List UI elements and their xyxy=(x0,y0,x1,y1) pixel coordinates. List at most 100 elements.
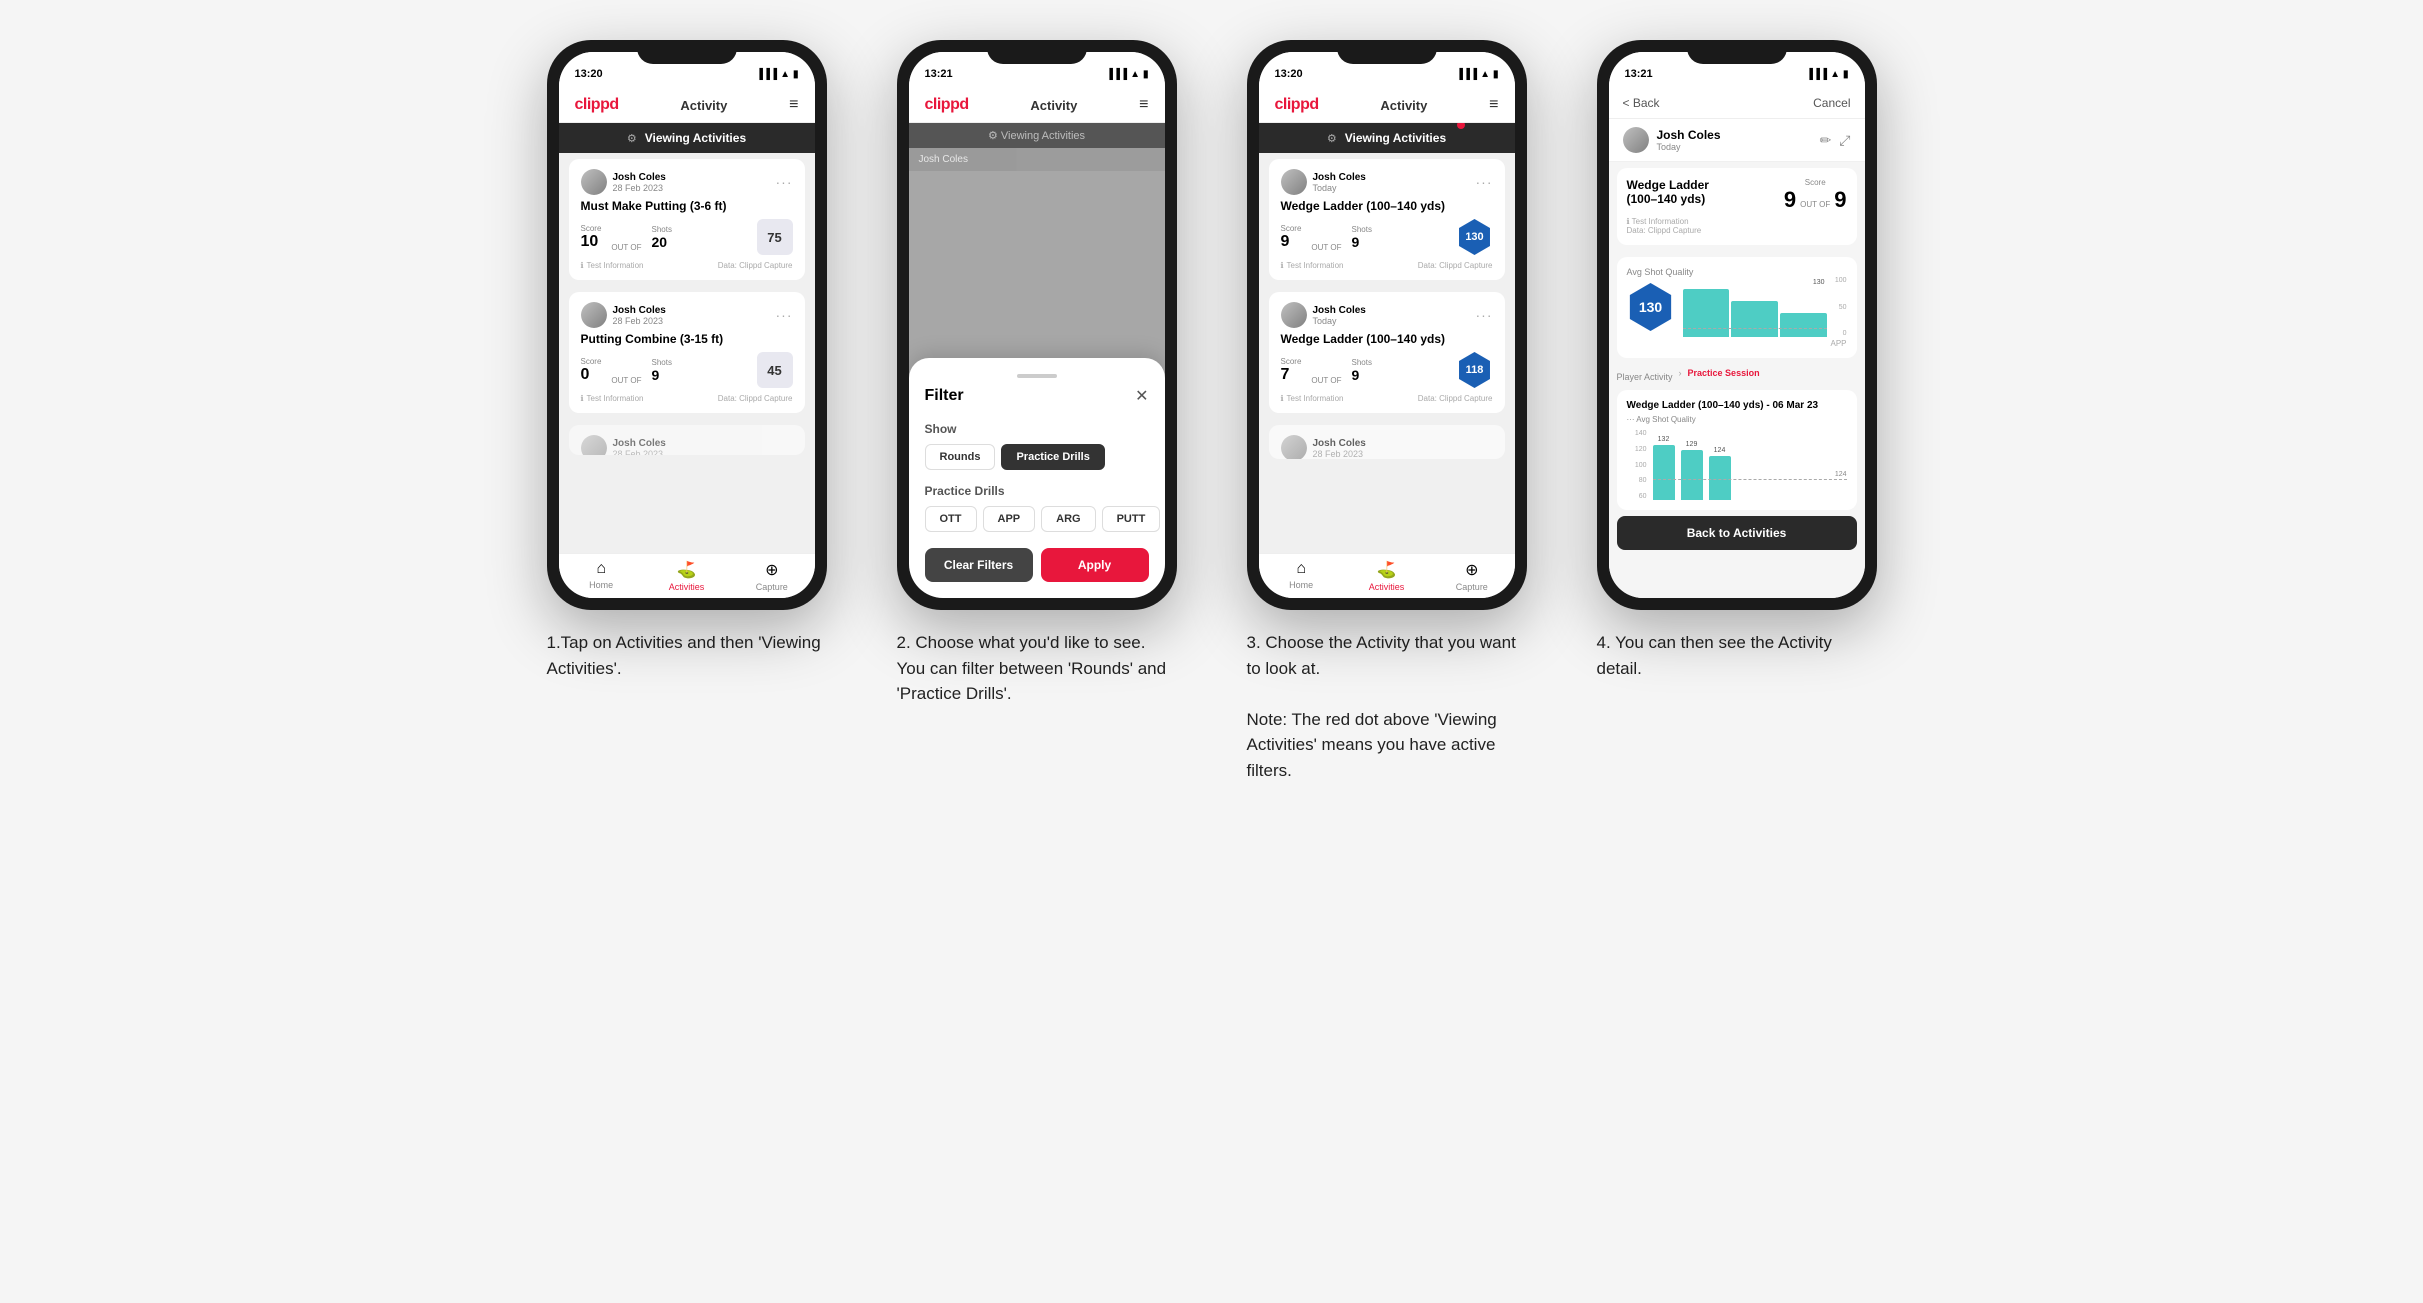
card-dots-3-2[interactable]: ··· xyxy=(1476,307,1493,323)
practice-session-label-4: Practice Session xyxy=(1688,368,1760,386)
dashed-line-4 xyxy=(1683,328,1827,329)
card-stats-3-2: Score 7 OUT OF Shots 9 118 xyxy=(1281,352,1493,388)
back-button-4[interactable]: < Back xyxy=(1623,96,1660,110)
phone-notch-3 xyxy=(1337,40,1437,64)
app-label-4: APP xyxy=(1627,339,1847,348)
chart-bar-4-2 xyxy=(1731,301,1778,337)
card-title-3-2: Wedge Ladder (100–140 yds) xyxy=(1281,332,1493,346)
card-dots-1-1[interactable]: ··· xyxy=(776,174,793,190)
scroll-hint-2 xyxy=(1017,374,1057,378)
viewing-icon-3: ⚙ xyxy=(1327,132,1337,145)
nav-title-3: Activity xyxy=(1380,98,1427,113)
viewing-header-text-1: Viewing Activities xyxy=(645,131,746,145)
nav-activities-3[interactable]: ⛳ Activities xyxy=(1344,560,1429,592)
nav-capture-3[interactable]: ⊕ Capture xyxy=(1429,560,1514,592)
phone-4: 13:21 ▐▐▐ ▲ ▮ < Back Cancel Josh C xyxy=(1597,40,1877,610)
player-activity-row-4: Player Activity › Practice Session xyxy=(1609,364,1865,390)
player-activity-label-4: Player Activity xyxy=(1617,372,1673,382)
step-1-column: 13:20 ▐▐▐ ▲ ▮ clippd Activity ≡ xyxy=(527,40,847,783)
activities-icon-3: ⛳ xyxy=(1377,560,1397,580)
test-info-3-2: ℹ Test Information xyxy=(1281,394,1344,403)
shots-val-4: 9 xyxy=(1834,187,1846,213)
rounds-pill-2[interactable]: Rounds xyxy=(925,444,996,470)
putt-pill-2[interactable]: PUTT xyxy=(1102,506,1161,532)
out-of-4: OUT OF xyxy=(1800,200,1830,209)
battery-icon-4: ▮ xyxy=(1843,69,1849,80)
menu-icon-2[interactable]: ≡ xyxy=(1139,96,1148,114)
user-info-1-2: Josh Coles 28 Feb 2023 xyxy=(613,305,666,326)
bar-val-4-3: 124 xyxy=(1714,447,1726,454)
avatar-1-2 xyxy=(581,302,607,328)
expand-icon-4[interactable]: ⤢ xyxy=(1839,132,1850,149)
detail-score-section-4: Wedge Ladder(100–140 yds) Score 9 OUT OF… xyxy=(1617,168,1857,245)
card-dots-3-1[interactable]: ··· xyxy=(1476,174,1493,190)
status-icons-4: ▐▐▐ ▲ ▮ xyxy=(1806,69,1849,80)
phone-inner-1: 13:20 ▐▐▐ ▲ ▮ clippd Activity ≡ xyxy=(559,52,815,598)
avatar-4 xyxy=(1623,127,1649,153)
avatar-3-3 xyxy=(1281,435,1307,459)
shots-value-3-1: 9 xyxy=(1351,234,1371,250)
app-pill-2[interactable]: APP xyxy=(983,506,1036,532)
card-footer-3-1: ℹ Test Information Data: Clippd Capture xyxy=(1281,261,1493,270)
caption-3: 3. Choose the Activity that you want to … xyxy=(1247,630,1527,783)
status-icons-3: ▐▐▐ ▲ ▮ xyxy=(1456,69,1499,80)
card-header-3-2: Josh Coles Today ··· xyxy=(1281,302,1493,328)
card-header-3-1: Josh Coles Today ··· xyxy=(1281,169,1493,195)
detail-user-name-4: Josh Coles xyxy=(1657,128,1812,142)
ott-pill-2[interactable]: OTT xyxy=(925,506,977,532)
avg-sq-section-4: Avg Shot Quality 130 100 50 0 xyxy=(1617,257,1857,358)
shots-label-3-1: Shots xyxy=(1351,225,1371,234)
nav-home-1[interactable]: ⌂ Home xyxy=(559,560,644,592)
edit-icon-4[interactable]: ✏ xyxy=(1820,132,1832,149)
blurred-viewing-2: ⚙ Viewing Activities xyxy=(919,129,1155,142)
card-stats-1-1: Score 10 OUT OF Shots 20 75 xyxy=(581,219,793,255)
wifi-icon-2: ▲ xyxy=(1130,69,1140,80)
test-info-1-2: ℹ Test Information xyxy=(581,394,644,403)
nav-activities-1[interactable]: ⛳ Activities xyxy=(644,560,729,592)
menu-icon-1[interactable]: ≡ xyxy=(789,96,798,114)
score-val-4: 9 xyxy=(1784,187,1796,213)
shots-label-3-2: Shots xyxy=(1351,358,1371,367)
activity-card-3-1[interactable]: Josh Coles Today ··· Wedge Ladder (100–1… xyxy=(1269,159,1505,280)
cancel-button-4[interactable]: Cancel xyxy=(1813,96,1850,110)
home-icon-3: ⌂ xyxy=(1296,560,1306,578)
sq-badge-1-1: 75 xyxy=(757,219,793,255)
card-dots-1-2[interactable]: ··· xyxy=(776,307,793,323)
nav-home-3[interactable]: ⌂ Home xyxy=(1259,560,1344,592)
apply-button-2[interactable]: Apply xyxy=(1041,548,1149,582)
back-to-activities-button-4[interactable]: Back to Activities xyxy=(1617,516,1857,550)
clear-filters-button-2[interactable]: Clear Filters xyxy=(925,548,1033,582)
practice-drills-pill-2[interactable]: Practice Drills xyxy=(1001,444,1104,470)
arg-pill-2[interactable]: ARG xyxy=(1041,506,1095,532)
logo-1: clippd xyxy=(575,96,619,114)
user-date-1-1: 28 Feb 2023 xyxy=(613,183,666,193)
bar-col-4-2: 129 xyxy=(1681,441,1703,500)
user-info-3-3: Josh Coles 28 Feb 2023 xyxy=(1313,438,1366,459)
activity-card-3-2[interactable]: Josh Coles Today ··· Wedge Ladder (100–1… xyxy=(1269,292,1505,413)
activities-label-1: Activities xyxy=(669,582,705,592)
viewing-header-3[interactable]: ⚙ Viewing Activities xyxy=(1259,123,1515,153)
phone-notch-4 xyxy=(1687,40,1787,64)
activity-card-1-2[interactable]: Josh Coles 28 Feb 2023 ··· Putting Combi… xyxy=(569,292,805,413)
card-header-1-2: Josh Coles 28 Feb 2023 ··· xyxy=(581,302,793,328)
filter-modal-2: Filter ✕ Show Rounds Practice Drills Pra… xyxy=(909,358,1165,598)
activity-card-1-3: Josh Coles 28 Feb 2023 xyxy=(569,425,805,455)
viewing-header-1[interactable]: ⚙ Viewing Activities xyxy=(559,123,815,153)
user-info-1-3: Josh Coles 28 Feb 2023 xyxy=(613,438,666,456)
shots-value-1-2: 9 xyxy=(651,367,671,383)
avatar-1-1 xyxy=(581,169,607,195)
sq-chart-4: 100 50 0 130 xyxy=(1683,277,1847,337)
shots-block-3-1: Shots 9 xyxy=(1351,225,1371,250)
chart-subtitle-4: ··· Avg Shot Quality xyxy=(1627,415,1847,424)
chart-bar-4-3 xyxy=(1780,313,1827,337)
shots-block-3-2: Shots 9 xyxy=(1351,358,1371,383)
out-of-3-1: OUT OF xyxy=(1311,243,1341,255)
user-date-1-3: 28 Feb 2023 xyxy=(613,449,666,456)
capture-icon-3: ⊕ xyxy=(1465,560,1478,580)
menu-icon-3[interactable]: ≡ xyxy=(1489,96,1498,114)
nav-capture-1[interactable]: ⊕ Capture xyxy=(729,560,814,592)
data-source-1-1: Data: Clippd Capture xyxy=(718,261,793,270)
status-icons-2: ▐▐▐ ▲ ▮ xyxy=(1106,69,1149,80)
activity-card-1-1[interactable]: Josh Coles 28 Feb 2023 ··· Must Make Put… xyxy=(569,159,805,280)
filter-close-2[interactable]: ✕ xyxy=(1135,386,1148,406)
